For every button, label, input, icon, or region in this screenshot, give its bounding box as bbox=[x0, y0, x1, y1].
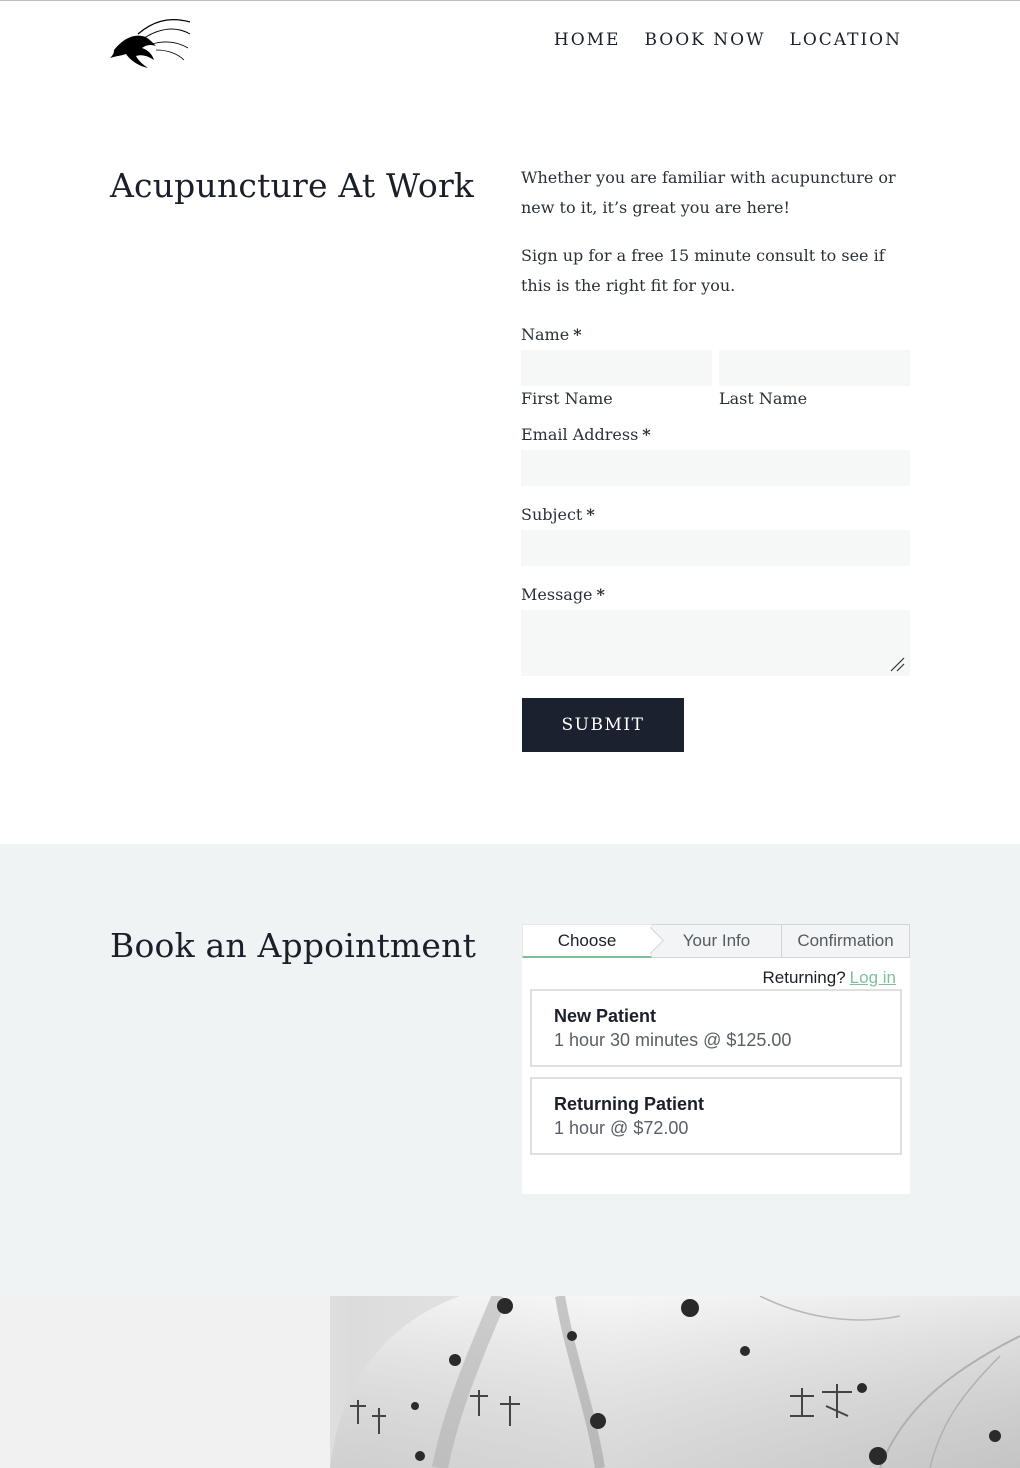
nav-home-link[interactable]: HOME bbox=[554, 30, 621, 50]
email-input[interactable] bbox=[521, 450, 910, 486]
tab-confirmation-label: Confirmation bbox=[797, 931, 894, 950]
submit-button[interactable]: SUBMIT bbox=[522, 698, 684, 752]
nav-book-now-link[interactable]: BOOK NOW bbox=[644, 30, 765, 50]
acupuncture-model-photo bbox=[0, 1296, 1020, 1468]
returning-text: Returning? bbox=[762, 968, 846, 987]
required-marker: * bbox=[642, 425, 651, 444]
tab-confirmation[interactable]: Confirmation bbox=[782, 924, 910, 958]
top-border-line bbox=[0, 0, 1020, 1]
tab-your-info[interactable]: Your Info bbox=[652, 924, 782, 958]
message-textarea[interactable] bbox=[521, 610, 910, 676]
booking-steps-tabs: Choose Your Info Confirmation bbox=[522, 924, 910, 958]
acupuncture-model-image bbox=[0, 1296, 1020, 1468]
service-option-returning-patient[interactable]: Returning Patient 1 hour @ $72.00 bbox=[530, 1077, 902, 1155]
name-label-text: Name bbox=[521, 325, 570, 344]
resize-grip-icon[interactable] bbox=[888, 655, 906, 673]
required-marker: * bbox=[586, 505, 595, 524]
message-label: Message * bbox=[521, 585, 605, 604]
first-name-input[interactable] bbox=[521, 350, 712, 386]
subject-label-text: Subject bbox=[521, 505, 583, 524]
intro-paragraph-1: Whether you are familiar with acupunctur… bbox=[521, 168, 896, 217]
subject-input[interactable] bbox=[521, 530, 910, 566]
email-label-text: Email Address bbox=[521, 425, 639, 444]
intro-paragraph-2: Sign up for a free 15 minute consult to … bbox=[521, 246, 885, 295]
first-name-sublabel: First Name bbox=[521, 389, 613, 408]
subject-label: Subject * bbox=[521, 505, 595, 524]
returning-login-row: Returning? Log in bbox=[763, 968, 897, 988]
booking-section-title: Book an Appointment bbox=[110, 926, 477, 965]
service-name: New Patient bbox=[554, 1006, 657, 1026]
email-label: Email Address * bbox=[521, 425, 651, 444]
service-duration-price: 1 hour @ $72.00 bbox=[554, 1118, 689, 1138]
hare-brush-logo-icon[interactable] bbox=[108, 14, 192, 70]
contact-section-title: Acupuncture At Work bbox=[110, 166, 475, 205]
required-marker: * bbox=[573, 325, 582, 344]
tab-choose-label: Choose bbox=[557, 930, 617, 950]
name-label: Name * bbox=[521, 325, 582, 344]
service-option-new-patient[interactable]: New Patient 1 hour 30 minutes @ $125.00 bbox=[530, 989, 902, 1067]
login-link[interactable]: Log in bbox=[850, 968, 896, 987]
service-name: Returning Patient bbox=[554, 1094, 705, 1114]
tab-choose[interactable]: Choose bbox=[522, 924, 664, 958]
message-label-text: Message bbox=[521, 585, 593, 604]
last-name-sublabel: Last Name bbox=[719, 389, 808, 408]
nav-location-link[interactable]: LOCATION bbox=[790, 30, 902, 50]
tab-your-info-label: Your Info bbox=[682, 931, 751, 950]
main-nav: HOME BOOK NOW LOCATION bbox=[554, 30, 902, 50]
required-marker: * bbox=[596, 585, 605, 604]
last-name-input[interactable] bbox=[719, 350, 910, 386]
booking-widget: Choose Your Info Confirmation Returning?… bbox=[522, 924, 910, 1194]
service-duration-price: 1 hour 30 minutes @ $125.00 bbox=[554, 1030, 792, 1050]
